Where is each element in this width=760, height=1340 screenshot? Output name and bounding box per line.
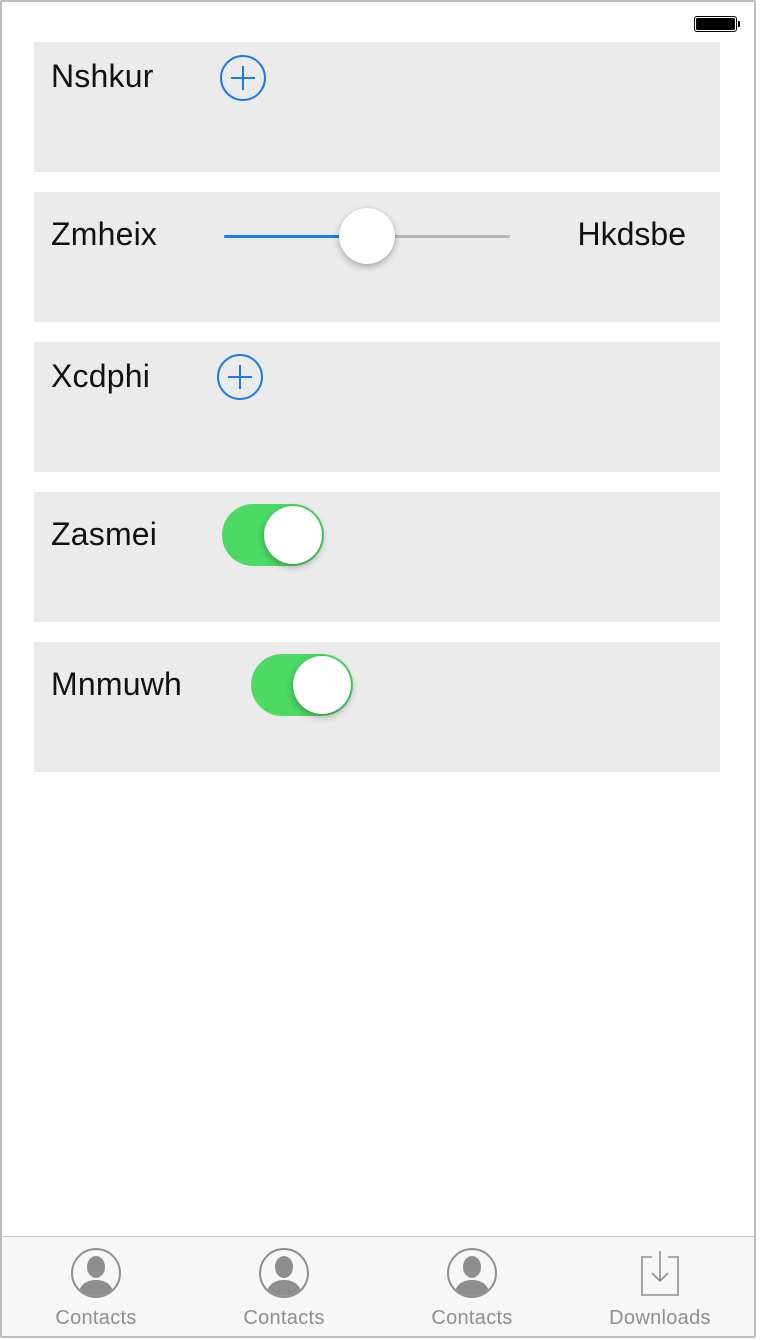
contact-avatar-icon (447, 1248, 497, 1298)
tab-contacts-3[interactable]: Contacts (378, 1237, 566, 1336)
value-slider[interactable] (224, 208, 510, 264)
app-screen: Nshkur Zmheix Hkdsbe Xcdphi Zasmei Mnmuw… (0, 0, 756, 1338)
tab-label: Downloads (609, 1307, 711, 1329)
row-xcdphi: Xcdphi (34, 342, 720, 472)
toggle-knob (264, 506, 322, 564)
battery-icon (694, 16, 740, 32)
plus-circle-icon[interactable] (220, 55, 266, 101)
row-zmheix: Zmheix Hkdsbe (34, 192, 720, 322)
row-label: Mnmuwh (51, 666, 183, 702)
row-nshkur: Nshkur (34, 42, 720, 172)
contact-avatar-icon (259, 1248, 309, 1298)
tab-bar: Contacts Contacts Contacts Downloads (2, 1236, 754, 1336)
toggle-switch[interactable] (222, 504, 324, 566)
tab-downloads[interactable]: Downloads (566, 1237, 754, 1336)
row-label: Zasmei (51, 516, 158, 552)
row-label: Xcdphi (51, 358, 151, 394)
tab-label: Contacts (243, 1307, 325, 1329)
tab-contacts-1[interactable]: Contacts (2, 1237, 190, 1336)
toggle-knob (293, 656, 351, 714)
row-label: Nshkur (51, 58, 154, 94)
row-label: Zmheix (51, 216, 158, 252)
row-zasmei: Zasmei (34, 492, 720, 622)
contact-avatar-icon (71, 1248, 121, 1298)
plus-circle-icon[interactable] (217, 354, 263, 400)
tab-contacts-2[interactable]: Contacts (190, 1237, 378, 1336)
tab-label: Contacts (431, 1307, 513, 1329)
toggle-switch[interactable] (251, 654, 353, 716)
slider-right-label: Hkdsbe (577, 216, 687, 252)
row-mnmuwh: Mnmuwh (34, 642, 720, 772)
slider-thumb[interactable] (339, 208, 395, 264)
tab-label: Contacts (55, 1307, 137, 1329)
download-tray-icon (641, 1251, 679, 1296)
